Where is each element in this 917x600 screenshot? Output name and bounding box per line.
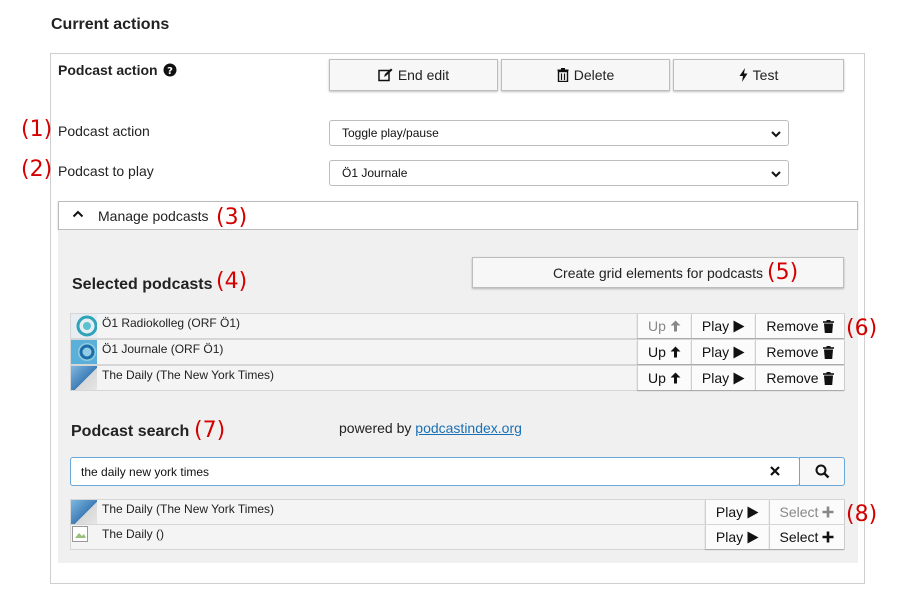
podcast-cover-image <box>71 366 97 390</box>
podcast-action-label: Podcast action <box>58 123 150 139</box>
move-up-label: Up <box>648 370 666 386</box>
play-button[interactable]: Play <box>691 314 755 338</box>
podcast-search-input[interactable]: the daily new york times <box>70 457 800 486</box>
test-label: Test <box>752 67 779 83</box>
move-up-label: Up <box>648 318 666 334</box>
search-button[interactable] <box>799 457 845 486</box>
select-label: Select <box>779 504 819 520</box>
move-up-button[interactable]: Up <box>637 366 691 390</box>
search-result-title: The Daily () <box>102 527 165 541</box>
play-button[interactable]: Play <box>691 366 755 390</box>
end-edit-label: End edit <box>397 67 450 83</box>
selected-podcast-row: Ö1 Radiokolleg (ORF Ö1) Up Play Remove <box>70 313 845 339</box>
search-result-row: The Daily (The New York Times) Play Sele… <box>70 499 845 525</box>
selected-podcasts-title: Selected podcasts <box>72 276 213 293</box>
play-icon <box>747 506 759 518</box>
clear-icon[interactable] <box>769 465 781 477</box>
selected-podcast-title: Ö1 Radiokolleg (ORF Ö1) <box>102 316 241 330</box>
question-circle-icon[interactable]: ? <box>163 63 177 80</box>
podcast-to-play-select[interactable]: Ö1 Journale <box>329 160 789 186</box>
annotation-4: (4) <box>216 269 248 294</box>
panel-title-text: Podcast action <box>58 62 158 78</box>
arrow-up-icon <box>670 346 681 358</box>
annotation-8: (8) <box>846 502 878 527</box>
powered-by-text: powered by <box>339 420 412 436</box>
panel-title: Podcast action ? <box>58 62 177 80</box>
delete-button[interactable]: Delete <box>501 59 670 91</box>
play-button[interactable]: Play <box>705 500 769 524</box>
podcast-action-select[interactable]: Toggle play/pause <box>329 120 789 146</box>
trash-icon <box>557 68 569 82</box>
search-result-row: The Daily () Play Select <box>70 524 845 550</box>
play-icon <box>733 320 745 332</box>
chevron-down-icon <box>771 131 781 138</box>
remove-button[interactable]: Remove <box>755 340 844 364</box>
selected-podcast-title: The Daily (The New York Times) <box>102 368 275 382</box>
podcast-search-title: Podcast search <box>71 423 190 440</box>
remove-label: Remove <box>766 344 819 360</box>
select-button[interactable]: Select <box>769 525 844 549</box>
powered-by: powered by podcastindex.org <box>339 420 522 436</box>
play-button[interactable]: Play <box>691 340 755 364</box>
podcast-cover-image <box>71 340 97 364</box>
play-label: Play <box>701 344 730 360</box>
arrow-up-icon <box>670 320 681 332</box>
move-up-button[interactable]: Up <box>637 314 691 338</box>
search-result-title: The Daily (The New York Times) <box>102 502 275 516</box>
create-grid-elements-label: Create grid elements for podcasts <box>552 264 764 281</box>
svg-text:?: ? <box>168 66 174 77</box>
chevron-up-icon <box>72 210 84 218</box>
end-edit-button[interactable]: End edit <box>329 59 498 91</box>
test-button[interactable]: Test <box>673 59 844 91</box>
play-label: Play <box>701 370 730 386</box>
annotation-5: (5) <box>767 260 799 285</box>
bolt-icon <box>739 68 748 82</box>
selected-podcast-title: Ö1 Journale (ORF Ö1) <box>102 342 224 356</box>
selected-podcast-row: Ö1 Journale (ORF Ö1) Up Play Remove <box>70 339 845 365</box>
chevron-down-icon <box>771 171 781 178</box>
selected-podcast-row: The Daily (The New York Times) Up Play R… <box>70 365 845 391</box>
play-icon <box>733 372 745 384</box>
move-up-label: Up <box>648 344 666 360</box>
arrow-up-icon <box>670 372 681 384</box>
remove-button[interactable]: Remove <box>755 314 844 338</box>
podcast-cover-image <box>71 314 98 338</box>
podcast-to-play-value: Ö1 Journale <box>342 166 408 180</box>
search-icon <box>815 464 829 479</box>
play-label: Play <box>715 504 744 520</box>
play-button[interactable]: Play <box>705 525 769 549</box>
podcastindex-link[interactable]: podcastindex.org <box>415 420 522 436</box>
podcast-search-value: the daily new york times <box>81 464 210 479</box>
broken-image-icon <box>71 525 97 549</box>
play-label: Play <box>701 318 730 334</box>
podcast-cover-image <box>71 500 97 524</box>
play-icon <box>733 346 745 358</box>
plus-icon <box>822 531 834 543</box>
remove-label: Remove <box>766 318 819 334</box>
annotation-3: (3) <box>216 205 248 230</box>
podcast-action-value: Toggle play/pause <box>342 126 439 140</box>
page-heading: Current actions <box>51 16 170 33</box>
remove-label: Remove <box>766 370 819 386</box>
trash-icon <box>822 371 834 385</box>
play-label: Play <box>715 529 744 545</box>
select-label: Select <box>779 529 819 545</box>
podcast-to-play-label: Podcast to play <box>58 163 154 179</box>
delete-label: Delete <box>573 67 615 83</box>
annotation-2: (2) <box>21 157 53 182</box>
play-icon <box>747 531 759 543</box>
annotation-1: (1) <box>21 117 53 142</box>
annotation-7: (7) <box>194 418 226 443</box>
trash-icon <box>822 319 834 333</box>
select-button[interactable]: Select <box>769 500 844 524</box>
manage-podcasts-label: Manage podcasts <box>98 208 209 224</box>
plus-icon <box>822 506 834 518</box>
remove-button[interactable]: Remove <box>755 366 844 390</box>
edit-icon <box>378 68 393 82</box>
annotation-6: (6) <box>846 316 878 341</box>
move-up-button[interactable]: Up <box>637 340 691 364</box>
trash-icon <box>822 345 834 359</box>
